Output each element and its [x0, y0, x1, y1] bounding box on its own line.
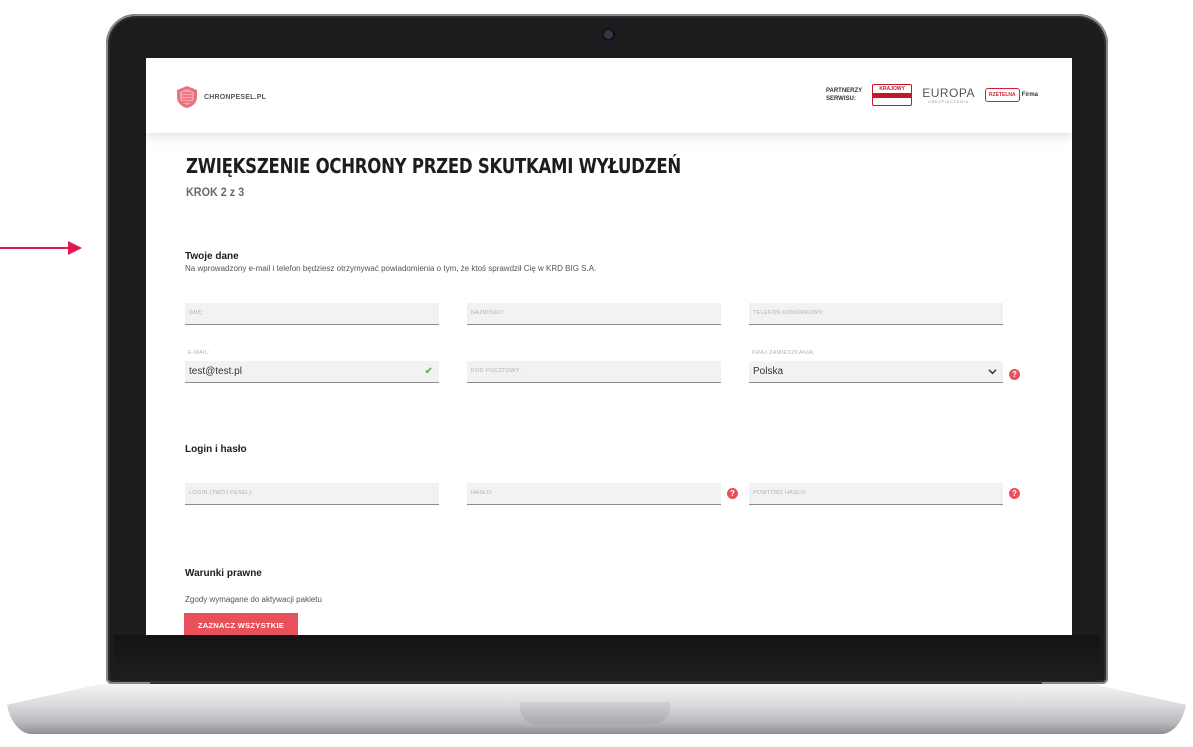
repeat-password-help-icon[interactable]: ? [1009, 488, 1020, 499]
site-header: CHRONPESEL.PL PARTNERZY SERWISU: KRAJOWY… [146, 58, 1072, 133]
country-label: KRAJ ZAMIESZKANIA: [752, 350, 815, 356]
login-field[interactable]: LOGIN (TWÓJ PESEL): [185, 483, 439, 505]
country-select[interactable]: Polska [749, 361, 1003, 383]
brand-name: CHRONPESEL.PL [204, 93, 267, 101]
email-value: test@test.pl [189, 366, 242, 377]
password-help-icon[interactable]: ? [727, 488, 738, 499]
repeat-password-field[interactable]: POWTÓRZ HASŁO: [749, 483, 1003, 505]
select-all-button[interactable]: ZAZNACZ WSZYSTKIE [184, 613, 298, 635]
section-personal-title: Twoje dane [185, 251, 239, 262]
section-legal-note: Zgody wymagane do aktywacji pakietu [185, 595, 322, 604]
email-label: E-MAIL: [188, 350, 210, 356]
rzetelna-firma-logo: RZETELNA Firma [984, 88, 1038, 102]
step-indicator: KROK 2 z 3 [186, 185, 245, 199]
email-field[interactable]: test@test.pl ✔ [185, 361, 439, 383]
krajowy-logo: KRAJOWY [872, 84, 913, 106]
postal-code-field[interactable]: KOD POCZTOWY: [467, 361, 721, 383]
country-value: Polska [753, 366, 784, 377]
phone-field[interactable]: TELEFON KOMÓRKOWY: [749, 303, 1003, 325]
last-name-field[interactable]: NAZWISKO: [467, 303, 721, 325]
section-legal-title: Warunki prawne [185, 568, 262, 579]
chevron-down-icon [988, 369, 997, 375]
europa-logo: EUROPA UBEZPIECZENIA [922, 86, 975, 104]
section-personal-note: Na wprowadzony e-mail i telefon będziesz… [185, 264, 597, 273]
browser-screen: CHRONPESEL.PL PARTNERZY SERWISU: KRAJOWY… [146, 58, 1072, 635]
brand-logo[interactable]: CHRONPESEL.PL [176, 85, 266, 109]
webcam [604, 30, 613, 39]
laptop-bezel [114, 635, 1100, 681]
partners-label: PARTNERZY SERWISU: [825, 88, 863, 102]
laptop-notch [520, 702, 670, 724]
shield-logo-icon [177, 86, 197, 108]
first-name-field[interactable]: IMIĘ: [185, 303, 439, 325]
page-title: ZWIĘKSZENIE OCHRONY PRZED SKUTKAMI WYŁUD… [186, 154, 681, 178]
partners-bar: PARTNERZY SERWISU: KRAJOWY EUROPA UBEZPI… [826, 84, 1038, 106]
country-help-icon[interactable]: ? [1009, 369, 1020, 380]
check-icon: ✔ [424, 366, 433, 377]
password-field[interactable]: HASŁO: [467, 483, 721, 505]
annotation-arrow [0, 241, 84, 255]
section-login-title: Login i hasło [185, 444, 247, 455]
